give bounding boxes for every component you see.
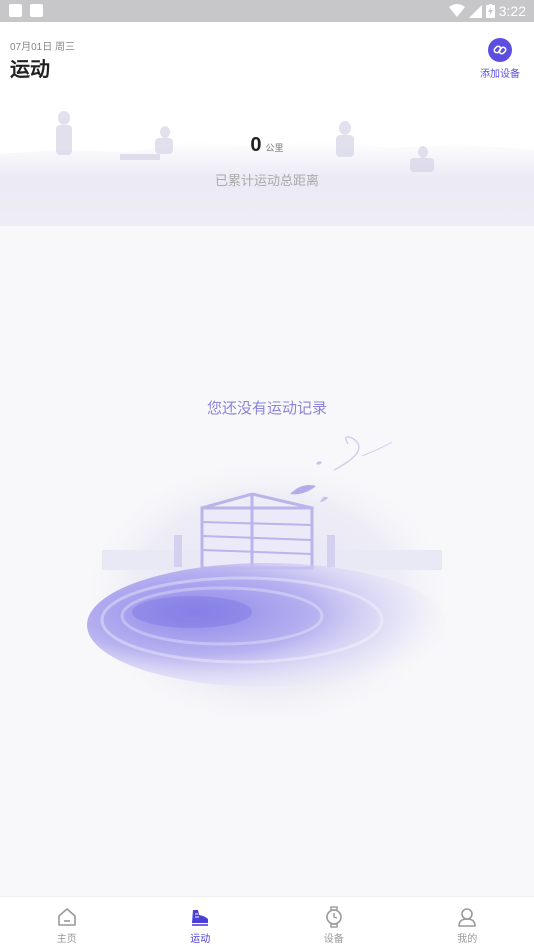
skyline-background [0, 92, 534, 226]
nav-item-sport[interactable]: 运动 [134, 897, 268, 951]
wifi-icon [449, 4, 465, 18]
add-device-label: 添加设备 [475, 65, 525, 80]
status-bar: 3:22 [0, 0, 534, 22]
clock-time: 3:22 [499, 3, 526, 19]
page-title: 运动 [10, 53, 50, 82]
notification-icon [30, 4, 43, 17]
add-device-button[interactable]: 添加设备 [475, 38, 525, 80]
empty-state-message: 您还没有运动记录 [0, 397, 534, 418]
nav-label-profile: 我的 [457, 930, 477, 945]
nav-item-device[interactable]: 设备 [267, 897, 401, 951]
nav-label-device: 设备 [324, 930, 344, 945]
nav-item-home[interactable]: 主页 [0, 897, 134, 951]
distance-caption: 已累计运动总距离 [0, 170, 534, 189]
sport-header: 07月01日 周三 运动 添加设备 0 公里 已累计运动总距离 [0, 22, 534, 226]
home-icon [56, 906, 78, 928]
distance-value: 0 [250, 134, 261, 156]
shoe-icon [189, 906, 211, 928]
link-icon [488, 38, 512, 62]
date-label: 07月01日 周三 [10, 38, 75, 53]
signal-icon [469, 5, 482, 18]
distance-summary: 0 公里 [0, 134, 534, 157]
bottom-navigation: 主页 运动 设备 我的 [0, 896, 534, 951]
battery-icon [486, 4, 495, 18]
nav-label-sport: 运动 [190, 930, 210, 945]
watch-icon [323, 906, 345, 928]
nav-item-profile[interactable]: 我的 [401, 897, 534, 951]
notification-icon [9, 4, 22, 17]
distance-unit: 公里 [266, 144, 284, 154]
profile-icon [456, 906, 478, 928]
empty-state-illustration [72, 430, 462, 720]
nav-label-home: 主页 [57, 930, 77, 945]
